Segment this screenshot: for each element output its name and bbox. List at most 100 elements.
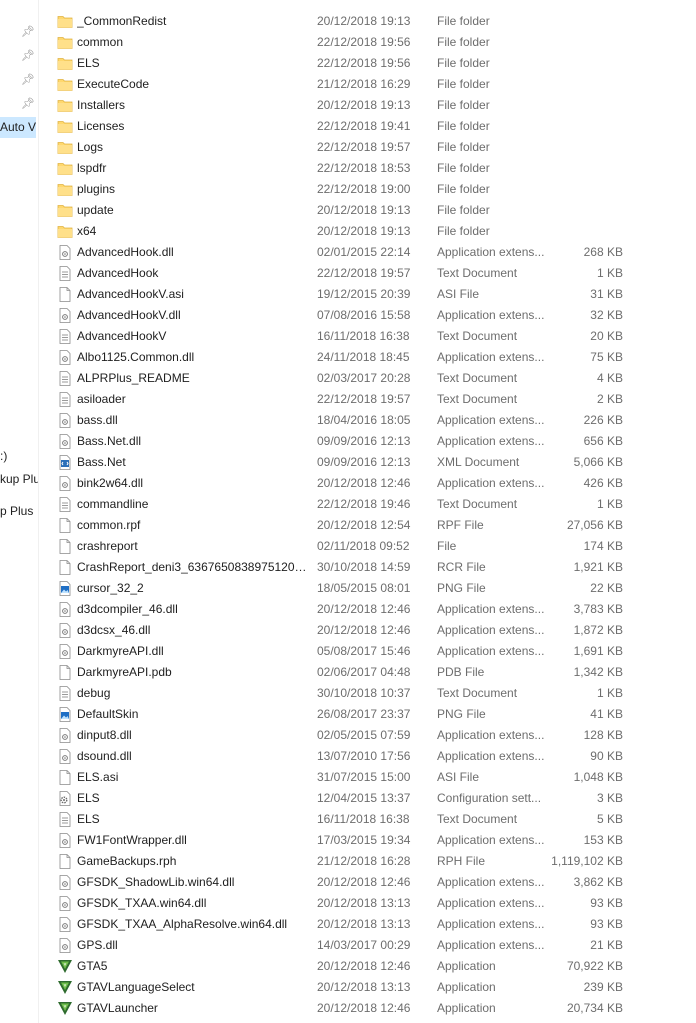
file-row[interactable]: Bass.Net 09/09/2016 12:13 XML Document 5,06… [52,452,632,473]
file-row[interactable]: bass.dll 18/04/2016 18:05 Application exte… [52,410,632,431]
file-date-modified: 07/08/2016 15:58 [317,308,411,322]
file-row[interactable]: ELS.asi 31/07/2015 15:00 ASI File 1,048 KB [52,767,632,788]
pin-icon[interactable]: 📌︎ [21,50,35,62]
file-row[interactable]: update 20/12/2018 19:13 File folder [52,200,632,221]
image-file-icon [57,707,73,722]
file-row[interactable]: AdvancedHookV.dll 07/08/2016 15:58 Applica… [52,305,632,326]
file-date-modified: 09/09/2016 12:13 [317,455,411,469]
file-row[interactable]: common.rpf 20/12/2018 12:54 RPF File 27,056… [52,515,632,536]
file-row[interactable]: Logs 22/12/2018 19:57 File folder [52,137,632,158]
file-row[interactable]: cursor_32_2 18/05/2015 08:01 PNG File 22 KB [52,578,632,599]
file-name: AdvancedHookV [77,329,167,343]
file-row[interactable]: FW1FontWrapper.dll 17/03/2015 19:34 Applic… [52,830,632,851]
file-row[interactable]: V GTA5 20/12/2018 12:46 Application 70,922 K… [52,956,632,977]
file-row[interactable]: dinput8.dll 02/05/2015 07:59 Application e… [52,725,632,746]
file-row[interactable]: V GTAVLauncher 20/12/2018 12:46 Application… [52,998,632,1019]
file-row[interactable]: dsound.dll 13/07/2010 17:56 Application ex… [52,746,632,767]
file-row[interactable]: d3dcompiler_46.dll 20/12/2018 12:46 Applic… [52,599,632,620]
file-row[interactable]: d3dcsx_46.dll 20/12/2018 12:46 Application… [52,620,632,641]
file-name: dinput8.dll [77,728,132,742]
file-size: 1,872 KB [573,623,623,637]
file-name: asiloader [77,392,126,406]
file-row[interactable]: AdvancedHook.dll 02/01/2015 22:14 Applicat… [52,242,632,263]
file-row[interactable]: AdvancedHookV 16/11/2018 16:38 Text Docume… [52,326,632,347]
file-row[interactable]: plugins 22/12/2018 19:00 File folder [52,179,632,200]
file-size: 1 KB [596,497,623,511]
file-type: Application [437,980,496,994]
xml-file-icon [57,455,73,470]
blank-file-icon [57,518,73,533]
file-row[interactable]: AdvancedHookV.asi 19/12/2015 20:39 ASI Fil… [52,284,632,305]
file-row[interactable]: DefaultSkin 26/08/2017 23:37 PNG File 41 KB [52,704,632,725]
file-name: lspdfr [77,161,107,175]
file-type: Application extens... [437,749,545,763]
file-row[interactable]: ELS 16/11/2018 16:38 Text Document 5 KB [52,809,632,830]
file-size: 20,734 KB [566,1001,623,1015]
file-row[interactable]: Albo1125.Common.dll 24/11/2018 18:45 Appli… [52,347,632,368]
config-file-icon [57,791,73,806]
file-row[interactable]: ELS 22/12/2018 19:56 File folder [52,53,632,74]
file-name: GFSDK_ShadowLib.win64.dll [77,875,235,889]
pin-icon[interactable]: 📌︎ [21,26,35,38]
file-row[interactable]: ELS 12/04/2015 13:37 Configuration sett...… [52,788,632,809]
file-size: 656 KB [583,434,623,448]
dll-file-icon [57,644,73,659]
file-date-modified: 22/12/2018 19:57 [317,392,411,406]
file-type: File folder [437,203,490,217]
dll-file-icon [57,476,73,491]
nav-item[interactable]: :) [0,446,7,467]
file-size: 32 KB [590,308,623,322]
file-row[interactable]: lspdfr 22/12/2018 18:53 File folder [52,158,632,179]
file-name: DarkmyreAPI.pdb [77,665,172,679]
file-row[interactable]: ExecuteCode 21/12/2018 16:29 File folder [52,74,632,95]
file-row[interactable]: DarkmyreAPI.pdb 02/06/2017 04:48 PDB File 1… [52,662,632,683]
file-name: Albo1125.Common.dll [77,350,195,364]
file-row[interactable]: GameBackups.rph 21/12/2018 16:28 RPH File 1… [52,851,632,872]
file-row[interactable]: _CommonRedist 20/12/2018 19:13 File folder [52,11,632,32]
file-type: Application extens... [437,644,545,658]
file-type: Application extens... [437,308,545,322]
file-type: Application extens... [437,833,545,847]
file-date-modified: 13/07/2010 17:56 [317,749,411,763]
file-row[interactable]: GFSDK_TXAA.win64.dll 20/12/2018 13:13 Appl… [52,893,632,914]
file-date-modified: 20/12/2018 19:13 [317,98,411,112]
file-row[interactable]: DarkmyreAPI.dll 05/08/2017 15:46 Applicati… [52,641,632,662]
file-row[interactable]: Installers 20/12/2018 19:13 File folder [52,95,632,116]
file-row[interactable]: debug 30/10/2018 10:37 Text Document 1 KB [52,683,632,704]
file-type: XML Document [437,455,520,469]
nav-item-selected[interactable]: Auto V [0,117,36,138]
file-date-modified: 21/12/2018 16:28 [317,854,411,868]
nav-item[interactable]: p Plus [0,501,33,522]
file-row[interactable]: crashreport 02/11/2018 09:52 File 174 KB [52,536,632,557]
file-size: 21 KB [590,938,623,952]
file-date-modified: 20/12/2018 12:46 [317,476,411,490]
pin-icon[interactable]: 📌︎ [21,98,35,110]
file-row[interactable]: commandline 22/12/2018 19:46 Text Document… [52,494,632,515]
file-size: 5,066 KB [573,455,623,469]
file-date-modified: 05/08/2017 15:46 [317,644,411,658]
pin-icon[interactable]: 📌︎ [21,74,35,86]
folder-icon [57,161,73,176]
file-name: AdvancedHook [77,266,159,280]
file-row[interactable]: GFSDK_TXAA_AlphaResolve.win64.dll 20/12/2… [52,914,632,935]
file-type: Configuration sett... [437,791,542,805]
file-row[interactable]: CrashReport_deni3_636765083897512014....… [52,557,632,578]
file-date-modified: 16/11/2018 16:38 [317,812,410,826]
file-row[interactable]: asiloader 22/12/2018 19:57 Text Document 2 … [52,389,632,410]
file-row[interactable]: ALPRPlus_README 02/03/2017 20:28 Text Docu… [52,368,632,389]
file-row[interactable]: GPS.dll 14/03/2017 00:29 Application exten… [52,935,632,956]
file-row[interactable]: GFSDK_ShadowLib.win64.dll 20/12/2018 12:4… [52,872,632,893]
file-row[interactable]: V GTAVLanguageSelect 20/12/2018 13:13 Appli… [52,977,632,998]
file-size: 90 KB [590,749,623,763]
file-row[interactable]: Licenses 22/12/2018 19:41 File folder [52,116,632,137]
file-row[interactable]: common 22/12/2018 19:56 File folder [52,32,632,53]
nav-item[interactable]: kup Plu [0,469,38,490]
file-row[interactable]: Bass.Net.dll 09/09/2016 12:13 Application … [52,431,632,452]
folder-icon [57,77,73,92]
file-row[interactable]: bink2w64.dll 20/12/2018 12:46 Application … [52,473,632,494]
file-row[interactable]: AdvancedHook 22/12/2018 19:57 Text Documen… [52,263,632,284]
file-name: commandline [77,497,149,511]
pane-divider[interactable] [38,0,39,1023]
file-date-modified: 02/11/2018 09:52 [317,539,410,553]
file-row[interactable]: x64 20/12/2018 19:13 File folder [52,221,632,242]
